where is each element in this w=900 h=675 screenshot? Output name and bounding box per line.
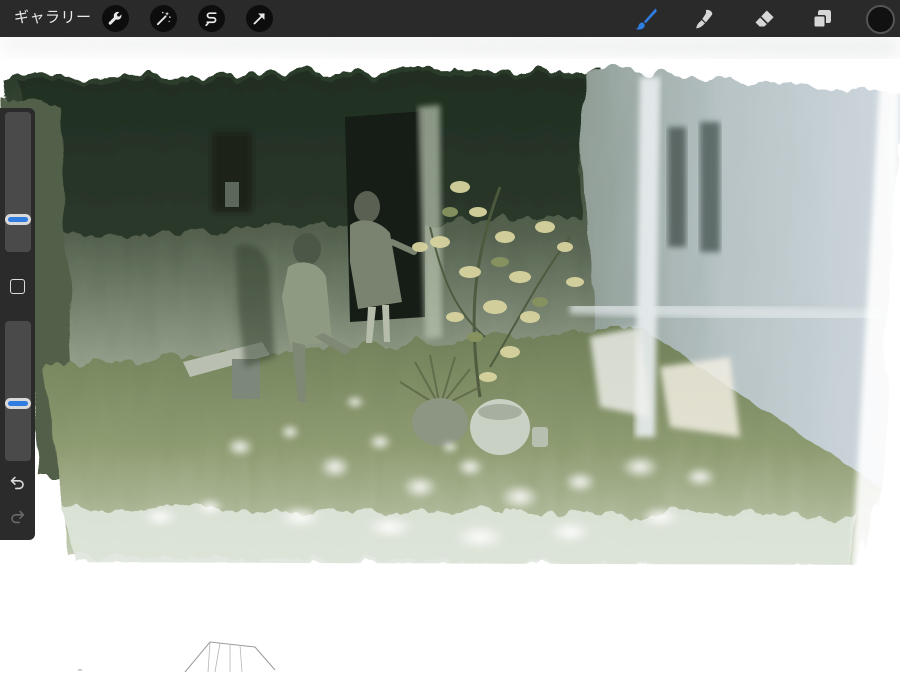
brush-size-slider[interactable] [5,112,31,252]
opacity-slider[interactable] [5,321,31,461]
opacity-thumb[interactable] [8,401,28,406]
procreate-app: ギャラリー [0,0,900,675]
layers-button[interactable] [808,5,836,33]
transform-arrow-icon [253,13,265,25]
actions-button[interactable] [102,5,129,32]
transform-button[interactable] [246,5,273,32]
adjustments-button[interactable] [150,5,177,32]
sketch-lines [78,641,276,673]
eraser-tool-button[interactable] [750,5,778,33]
undo-icon[interactable] [9,474,26,491]
eraser-icon [755,10,774,27]
artwork-painting [0,37,900,597]
wrench-icon [108,11,122,25]
left-sidebar [0,108,35,540]
brush-size-thumb[interactable] [8,217,28,222]
smudge-icon [696,9,713,29]
magic-wand-icon [156,11,171,26]
selection-button[interactable] [198,5,225,32]
smudge-tool-button[interactable] [691,5,719,33]
brush-tool-button[interactable] [632,5,660,33]
layers-icon [813,10,831,28]
brush-icon [635,8,657,30]
drawing-canvas[interactable] [0,37,900,675]
redo-icon[interactable] [9,508,26,525]
gallery-button[interactable]: ギャラリー [14,9,92,27]
selection-icon [205,12,217,27]
color-picker-button[interactable] [866,5,895,34]
top-toolbar: ギャラリー [0,0,900,37]
modify-button[interactable] [10,279,25,294]
